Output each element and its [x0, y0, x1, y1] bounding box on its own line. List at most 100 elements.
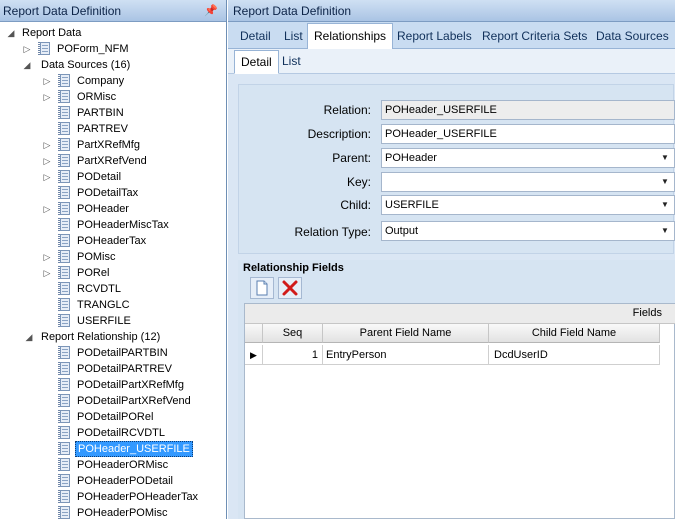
tree-item-data-source[interactable]: POHeaderMiscTax	[0, 217, 226, 233]
tree-label[interactable]: POHeaderORMisc	[75, 457, 170, 473]
tab-report-criteria-sets[interactable]: Report Criteria Sets	[476, 25, 593, 49]
row-selector-arrow-icon[interactable]: ▶	[245, 345, 263, 365]
tree-label[interactable]: POHeaderMiscTax	[75, 217, 171, 233]
tab-detail[interactable]: Detail	[234, 25, 277, 49]
tree-label[interactable]: POHeaderPOMisc	[75, 505, 169, 519]
tree-item-relationship[interactable]: POHeader_USERFILE	[0, 441, 226, 457]
expand-arrow-icon[interactable]: ▷	[42, 249, 52, 265]
tree-label[interactable]: PODetailPARTREV	[75, 361, 174, 377]
tree-label[interactable]: ORMisc	[75, 89, 118, 105]
tree-label[interactable]: Report Relationship (12)	[39, 329, 162, 345]
tree-item-data-source[interactable]: POHeaderTax	[0, 233, 226, 249]
tree-label[interactable]: POHeader_USERFILE	[75, 441, 193, 457]
tree-label[interactable]: POForm_NFM	[55, 41, 131, 57]
tree-item-relationship[interactable]: POHeaderPODetail	[0, 473, 226, 489]
expand-arrow-icon[interactable]: ▷	[42, 73, 52, 89]
expand-arrow-icon[interactable]: ▷	[22, 41, 32, 57]
delete-button[interactable]	[278, 277, 302, 299]
tree-label[interactable]: RCVDTL	[75, 281, 123, 297]
tree-item-data-source[interactable]: PARTREV	[0, 121, 226, 137]
tree-item-data-source[interactable]: TRANGLC	[0, 297, 226, 313]
tree-label[interactable]: TRANGLC	[75, 297, 132, 313]
cell-child-field[interactable]: DcdUserID	[489, 345, 660, 365]
tree-label[interactable]: PODetailPARTBIN	[75, 345, 170, 361]
column-header-parent-field[interactable]: Parent Field Name	[323, 324, 489, 343]
tree-item-data-source[interactable]: ▷ POMisc	[0, 249, 226, 265]
pin-icon[interactable]: 📌	[204, 0, 218, 22]
tree-node-data-sources[interactable]: ◢ Data Sources (16)	[0, 57, 226, 73]
collapse-arrow-icon[interactable]: ◢	[22, 57, 32, 73]
tree-item-relationship[interactable]: PODetailPARTBIN	[0, 345, 226, 361]
tree-label[interactable]: POHeaderTax	[75, 233, 148, 249]
tree-item-data-source[interactable]: ▷ ORMisc	[0, 89, 226, 105]
tree-label[interactable]: PODetailRCVDTL	[75, 425, 167, 441]
chevron-down-icon[interactable]: ▼	[657, 174, 673, 190]
chevron-down-icon[interactable]: ▼	[657, 150, 673, 166]
chevron-down-icon[interactable]: ▼	[657, 223, 673, 239]
expand-arrow-icon[interactable]: ▷	[42, 201, 52, 217]
tree-label[interactable]: Report Data	[20, 25, 83, 41]
cell-parent-field[interactable]: EntryPerson	[323, 345, 489, 365]
subtab-detail[interactable]: Detail	[234, 50, 279, 74]
tree-item-relationship[interactable]: POHeaderPOHeaderTax	[0, 489, 226, 505]
tree-item-relationship[interactable]: PODetailRCVDTL	[0, 425, 226, 441]
tree-item-relationship[interactable]: POHeaderORMisc	[0, 457, 226, 473]
tree-item-data-source[interactable]: ▷ PORel	[0, 265, 226, 281]
collapse-arrow-icon[interactable]: ◢	[6, 25, 16, 41]
tab-relationships[interactable]: Relationships	[307, 23, 394, 50]
tree-item-data-source[interactable]: ▷ PartXRefVend	[0, 153, 226, 169]
tree-label[interactable]: PARTREV	[75, 121, 130, 137]
tree-label[interactable]: PODetail	[75, 169, 123, 185]
tree-item-data-source[interactable]: PODetailTax	[0, 185, 226, 201]
tree-item-relationship[interactable]: PODetailPARTREV	[0, 361, 226, 377]
tab-report-labels[interactable]: Report Labels	[391, 25, 478, 49]
expand-arrow-icon[interactable]: ▷	[42, 89, 52, 105]
tree-item-relationship[interactable]: POHeaderPOMisc	[0, 505, 226, 519]
tree-label[interactable]: PORel	[75, 265, 111, 281]
tree-item-relationship[interactable]: PODetailPORel	[0, 409, 226, 425]
tree-node-report[interactable]: ▷ POForm_NFM	[0, 41, 226, 57]
expand-arrow-icon[interactable]: ▷	[42, 153, 52, 169]
tree-label[interactable]: POMisc	[75, 249, 118, 265]
column-header-seq[interactable]: Seq	[263, 324, 323, 343]
tree-label[interactable]: PODetailPartXRefMfg	[75, 377, 186, 393]
tree-label[interactable]: PODetailPORel	[75, 409, 155, 425]
key-select[interactable]: ▼	[381, 172, 675, 192]
tree-label[interactable]: PARTBIN	[75, 105, 126, 121]
tree-label[interactable]: Company	[75, 73, 126, 89]
tree-item-data-source[interactable]: USERFILE	[0, 313, 226, 329]
relation-field[interactable]: POHeader_USERFILE	[381, 100, 675, 120]
tree-label[interactable]: PODetailTax	[75, 185, 140, 201]
tree-item-relationship[interactable]: PODetailPartXRefVend	[0, 393, 226, 409]
subtab-list[interactable]: List	[276, 51, 307, 73]
tree-label[interactable]: POHeader	[75, 201, 131, 217]
tree-label[interactable]: POHeaderPOHeaderTax	[75, 489, 200, 505]
tree-node-report-data[interactable]: ◢ Report Data	[0, 25, 226, 41]
tree-label[interactable]: PartXRefMfg	[75, 137, 142, 153]
parent-select[interactable]: POHeader ▼	[381, 148, 675, 168]
expand-arrow-icon[interactable]: ▷	[42, 137, 52, 153]
relation-type-select[interactable]: Output ▼	[381, 221, 675, 241]
tree-label[interactable]: Data Sources (16)	[39, 57, 132, 73]
new-button[interactable]	[250, 277, 274, 299]
tree-label[interactable]: POHeaderPODetail	[75, 473, 175, 489]
tree-label[interactable]: PODetailPartXRefVend	[75, 393, 193, 409]
tree-item-data-source[interactable]: ▷ POHeader	[0, 201, 226, 217]
tree-item-data-source[interactable]: RCVDTL	[0, 281, 226, 297]
tab-list[interactable]: List	[278, 25, 309, 49]
collapse-arrow-icon[interactable]: ◢	[24, 329, 34, 345]
tree-label[interactable]: USERFILE	[75, 313, 133, 329]
tree-item-data-source[interactable]: PARTBIN	[0, 105, 226, 121]
tree-node-relationships[interactable]: ◢ Report Relationship (12)	[0, 329, 226, 345]
expand-arrow-icon[interactable]: ▷	[42, 265, 52, 281]
cell-seq[interactable]: 1	[263, 345, 323, 365]
tree-item-relationship[interactable]: PODetailPartXRefMfg	[0, 377, 226, 393]
tree-item-data-source[interactable]: ▷ PODetail	[0, 169, 226, 185]
description-field[interactable]: POHeader_USERFILE	[381, 124, 675, 144]
tab-data-sources[interactable]: Data Sources	[590, 25, 675, 49]
tree-label[interactable]: PartXRefVend	[75, 153, 149, 169]
tree-item-data-source[interactable]: ▷ PartXRefMfg	[0, 137, 226, 153]
chevron-down-icon[interactable]: ▼	[657, 197, 673, 213]
expand-arrow-icon[interactable]: ▷	[42, 169, 52, 185]
child-select[interactable]: USERFILE ▼	[381, 195, 675, 215]
